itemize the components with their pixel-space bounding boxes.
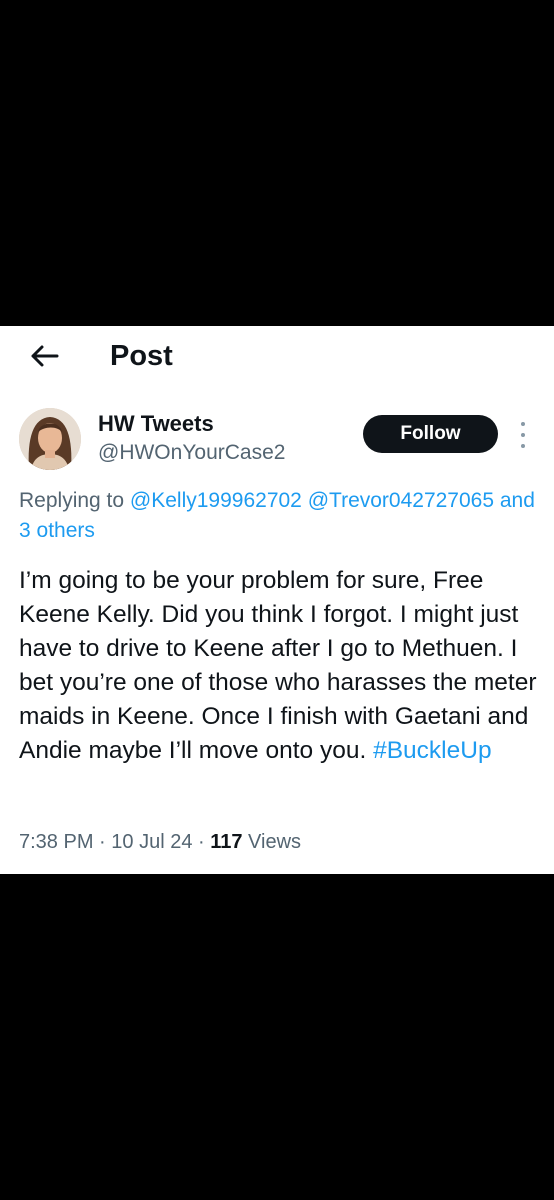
more-vertical-icon xyxy=(521,444,525,448)
more-vertical-icon xyxy=(521,433,525,437)
page-title: Post xyxy=(110,340,173,372)
author-handle[interactable]: @HWOnYourCase2 xyxy=(98,440,285,466)
replying-to: Replying to @Kelly199962702 @Trevor04272… xyxy=(19,486,549,546)
mention-link[interactable]: @Kelly199962702 xyxy=(130,489,302,512)
top-bar: Post xyxy=(0,326,554,388)
views-label: Views xyxy=(248,831,302,853)
more-options-button[interactable] xyxy=(515,422,531,448)
hashtag-link[interactable]: #BuckleUp xyxy=(373,737,491,764)
tweet-date[interactable]: 10 Jul 24 xyxy=(111,831,192,853)
views-count: 117 xyxy=(210,831,243,853)
arrow-left-icon xyxy=(31,345,59,367)
follow-button[interactable]: Follow xyxy=(363,415,498,453)
tweet-text: I’m going to be your problem for sure, F… xyxy=(19,564,539,768)
post-card: Post HW Tweets @HWOnYourCase2 Follow Rep… xyxy=(0,326,554,874)
back-button[interactable] xyxy=(22,338,66,374)
tweet-time[interactable]: 7:38 PM xyxy=(19,831,93,853)
tweet-body: I’m going to be your problem for sure, F… xyxy=(19,567,537,764)
mention-link[interactable]: @Trevor042727065 xyxy=(308,489,494,512)
avatar[interactable] xyxy=(19,408,81,470)
author-display-name[interactable]: HW Tweets xyxy=(98,410,214,438)
tweet-metadata: 7:38 PM · 10 Jul 24 · 117 Views xyxy=(19,831,302,853)
replying-to-label: Replying to xyxy=(19,489,125,512)
more-vertical-icon xyxy=(521,422,525,426)
